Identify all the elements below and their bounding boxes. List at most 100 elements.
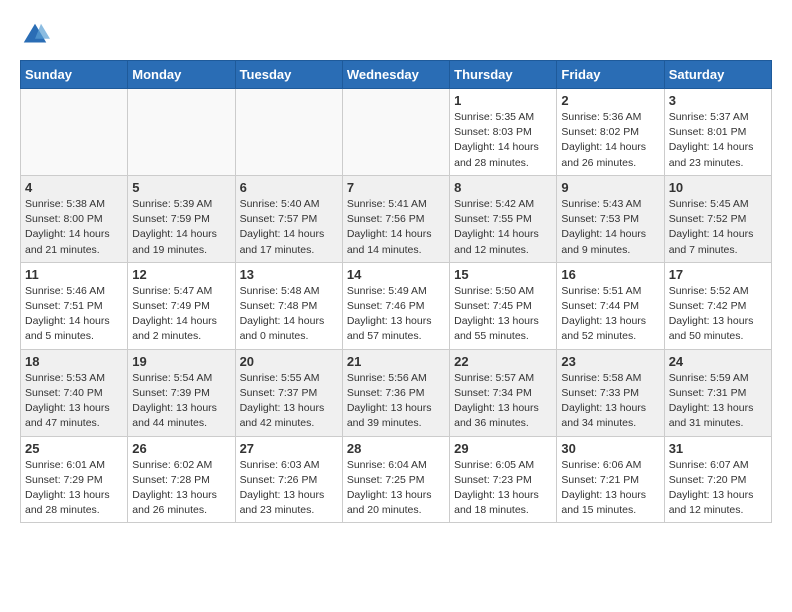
day-number: 10	[669, 180, 767, 195]
day-header-sunday: Sunday	[21, 61, 128, 89]
cell-info: Sunrise: 5:40 AMSunset: 7:57 PMDaylight:…	[240, 197, 338, 258]
cell-info: Sunrise: 5:39 AMSunset: 7:59 PMDaylight:…	[132, 197, 230, 258]
cell-info: Sunrise: 6:03 AMSunset: 7:26 PMDaylight:…	[240, 458, 338, 519]
cell-info: Sunrise: 5:50 AMSunset: 7:45 PMDaylight:…	[454, 284, 552, 345]
calendar-week-1: 1 Sunrise: 5:35 AMSunset: 8:03 PMDaylight…	[21, 89, 772, 176]
calendar-table: SundayMondayTuesdayWednesdayThursdayFrid…	[20, 60, 772, 523]
cell-info: Sunrise: 5:58 AMSunset: 7:33 PMDaylight:…	[561, 371, 659, 432]
calendar-cell: 16 Sunrise: 5:51 AMSunset: 7:44 PMDayligh…	[557, 262, 664, 349]
day-number: 17	[669, 267, 767, 282]
calendar-cell: 9 Sunrise: 5:43 AMSunset: 7:53 PMDaylight…	[557, 175, 664, 262]
calendar-cell: 17Sunrise: 5:52 AMSunset: 7:42 PMDayligh…	[664, 262, 771, 349]
day-number: 28	[347, 441, 445, 456]
calendar-cell	[235, 89, 342, 176]
cell-info: Sunrise: 5:47 AMSunset: 7:49 PMDaylight:…	[132, 284, 230, 345]
cell-info: Sunrise: 5:43 AMSunset: 7:53 PMDaylight:…	[561, 197, 659, 258]
day-number: 24	[669, 354, 767, 369]
day-number: 21	[347, 354, 445, 369]
cell-info: Sunrise: 5:54 AMSunset: 7:39 PMDaylight:…	[132, 371, 230, 432]
day-number: 3	[669, 93, 767, 108]
calendar-cell: 8 Sunrise: 5:42 AMSunset: 7:55 PMDaylight…	[450, 175, 557, 262]
day-number: 7	[347, 180, 445, 195]
calendar-cell	[342, 89, 449, 176]
cell-info: Sunrise: 5:35 AMSunset: 8:03 PMDaylight:…	[454, 110, 552, 171]
day-number: 5	[132, 180, 230, 195]
day-number: 11	[25, 267, 123, 282]
logo	[20, 20, 54, 50]
page-header	[20, 20, 772, 50]
calendar-cell: 31 Sunrise: 6:07 AMSunset: 7:20 PMDayligh…	[664, 436, 771, 523]
day-number: 9	[561, 180, 659, 195]
day-header-tuesday: Tuesday	[235, 61, 342, 89]
calendar-cell: 2 Sunrise: 5:36 AMSunset: 8:02 PMDaylight…	[557, 89, 664, 176]
calendar-cell: 15 Sunrise: 5:50 AMSunset: 7:45 PMDayligh…	[450, 262, 557, 349]
cell-info: Sunrise: 6:05 AMSunset: 7:23 PMDaylight:…	[454, 458, 552, 519]
calendar-cell: 3 Sunrise: 5:37 AMSunset: 8:01 PMDaylight…	[664, 89, 771, 176]
cell-info: Sunrise: 5:41 AMSunset: 7:56 PMDaylight:…	[347, 197, 445, 258]
calendar-cell: 1 Sunrise: 5:35 AMSunset: 8:03 PMDaylight…	[450, 89, 557, 176]
calendar-cell: 25Sunrise: 6:01 AMSunset: 7:29 PMDayligh…	[21, 436, 128, 523]
cell-info: Sunrise: 5:55 AMSunset: 7:37 PMDaylight:…	[240, 371, 338, 432]
cell-info: Sunrise: 5:49 AMSunset: 7:46 PMDaylight:…	[347, 284, 445, 345]
day-number: 19	[132, 354, 230, 369]
cell-info: Sunrise: 6:06 AMSunset: 7:21 PMDaylight:…	[561, 458, 659, 519]
calendar-cell: 27 Sunrise: 6:03 AMSunset: 7:26 PMDayligh…	[235, 436, 342, 523]
day-header-monday: Monday	[128, 61, 235, 89]
day-number: 22	[454, 354, 552, 369]
cell-info: Sunrise: 5:36 AMSunset: 8:02 PMDaylight:…	[561, 110, 659, 171]
cell-info: Sunrise: 6:07 AMSunset: 7:20 PMDaylight:…	[669, 458, 767, 519]
cell-info: Sunrise: 5:51 AMSunset: 7:44 PMDaylight:…	[561, 284, 659, 345]
day-number: 30	[561, 441, 659, 456]
calendar-cell: 5 Sunrise: 5:39 AMSunset: 7:59 PMDaylight…	[128, 175, 235, 262]
cell-info: Sunrise: 6:04 AMSunset: 7:25 PMDaylight:…	[347, 458, 445, 519]
calendar-cell: 11Sunrise: 5:46 AMSunset: 7:51 PMDayligh…	[21, 262, 128, 349]
day-number: 29	[454, 441, 552, 456]
calendar-cell: 12 Sunrise: 5:47 AMSunset: 7:49 PMDayligh…	[128, 262, 235, 349]
calendar-cell: 26Sunrise: 6:02 AMSunset: 7:28 PMDayligh…	[128, 436, 235, 523]
calendar-cell	[21, 89, 128, 176]
cell-info: Sunrise: 5:48 AMSunset: 7:48 PMDaylight:…	[240, 284, 338, 345]
calendar-cell: 19 Sunrise: 5:54 AMSunset: 7:39 PMDayligh…	[128, 349, 235, 436]
day-number: 8	[454, 180, 552, 195]
day-number: 15	[454, 267, 552, 282]
calendar-cell: 10 Sunrise: 5:45 AMSunset: 7:52 PMDayligh…	[664, 175, 771, 262]
calendar-cell	[128, 89, 235, 176]
calendar-cell: 21Sunrise: 5:56 AMSunset: 7:36 PMDayligh…	[342, 349, 449, 436]
day-number: 12	[132, 267, 230, 282]
calendar-week-3: 11Sunrise: 5:46 AMSunset: 7:51 PMDayligh…	[21, 262, 772, 349]
day-number: 31	[669, 441, 767, 456]
calendar-cell: 4Sunrise: 5:38 AMSunset: 8:00 PMDaylight…	[21, 175, 128, 262]
cell-info: Sunrise: 5:42 AMSunset: 7:55 PMDaylight:…	[454, 197, 552, 258]
cell-info: Sunrise: 5:37 AMSunset: 8:01 PMDaylight:…	[669, 110, 767, 171]
calendar-cell: 20 Sunrise: 5:55 AMSunset: 7:37 PMDayligh…	[235, 349, 342, 436]
day-number: 2	[561, 93, 659, 108]
day-header-thursday: Thursday	[450, 61, 557, 89]
calendar-cell: 18Sunrise: 5:53 AMSunset: 7:40 PMDayligh…	[21, 349, 128, 436]
cell-info: Sunrise: 5:53 AMSunset: 7:40 PMDaylight:…	[25, 371, 123, 432]
day-header-friday: Friday	[557, 61, 664, 89]
day-number: 14	[347, 267, 445, 282]
calendar-cell: 30 Sunrise: 6:06 AMSunset: 7:21 PMDayligh…	[557, 436, 664, 523]
day-number: 16	[561, 267, 659, 282]
calendar-cell: 14 Sunrise: 5:49 AMSunset: 7:46 PMDayligh…	[342, 262, 449, 349]
calendar-week-4: 18Sunrise: 5:53 AMSunset: 7:40 PMDayligh…	[21, 349, 772, 436]
calendar-cell: 22Sunrise: 5:57 AMSunset: 7:34 PMDayligh…	[450, 349, 557, 436]
cell-info: Sunrise: 6:02 AMSunset: 7:28 PMDaylight:…	[132, 458, 230, 519]
day-number: 6	[240, 180, 338, 195]
day-number: 23	[561, 354, 659, 369]
logo-icon	[20, 20, 50, 50]
day-header-wednesday: Wednesday	[342, 61, 449, 89]
cell-info: Sunrise: 5:45 AMSunset: 7:52 PMDaylight:…	[669, 197, 767, 258]
day-number: 1	[454, 93, 552, 108]
day-header-saturday: Saturday	[664, 61, 771, 89]
calendar-cell: 13 Sunrise: 5:48 AMSunset: 7:48 PMDayligh…	[235, 262, 342, 349]
day-number: 27	[240, 441, 338, 456]
day-number: 13	[240, 267, 338, 282]
cell-info: Sunrise: 5:59 AMSunset: 7:31 PMDaylight:…	[669, 371, 767, 432]
calendar-week-2: 4Sunrise: 5:38 AMSunset: 8:00 PMDaylight…	[21, 175, 772, 262]
calendar-cell: 29 Sunrise: 6:05 AMSunset: 7:23 PMDayligh…	[450, 436, 557, 523]
calendar-cell: 28 Sunrise: 6:04 AMSunset: 7:25 PMDayligh…	[342, 436, 449, 523]
calendar-header-row: SundayMondayTuesdayWednesdayThursdayFrid…	[21, 61, 772, 89]
calendar-week-5: 25Sunrise: 6:01 AMSunset: 7:29 PMDayligh…	[21, 436, 772, 523]
day-number: 20	[240, 354, 338, 369]
